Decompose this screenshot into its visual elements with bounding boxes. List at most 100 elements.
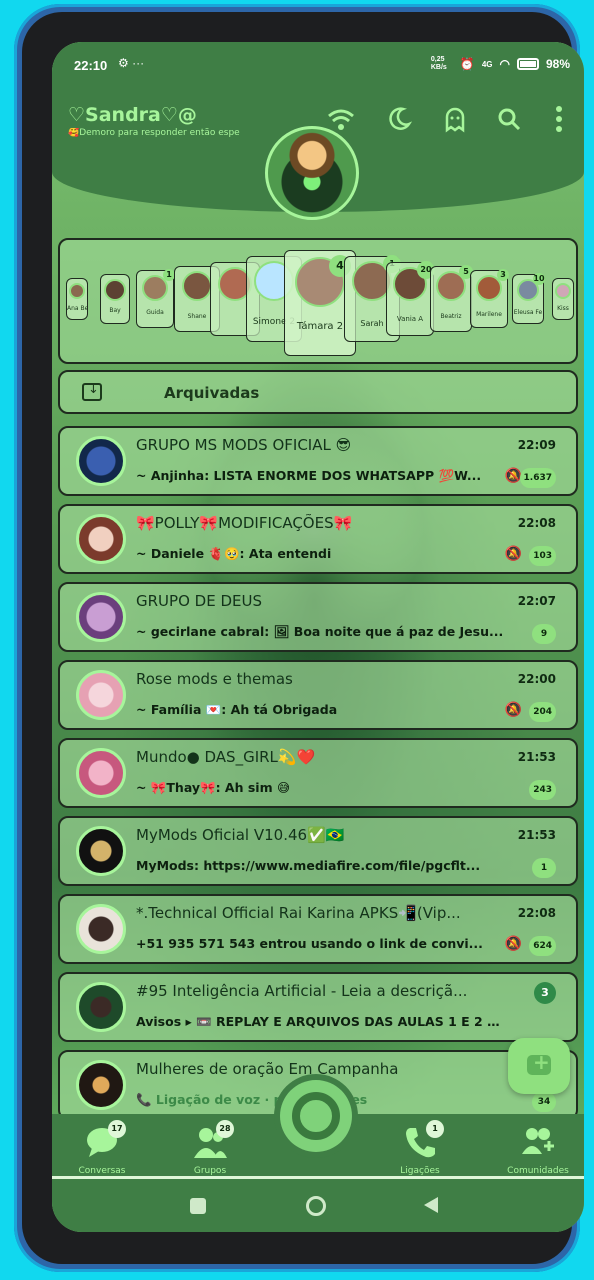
nav-comunidades[interactable]: Comunidades [498,1120,578,1180]
unread-badge: 103 [529,546,556,566]
unread-badge: 243 [529,780,556,800]
unread-badge: 1 [532,858,556,878]
story-item[interactable]: Bay [100,274,130,324]
chat-time: 21:53 [517,828,556,842]
nav-count: 1 [426,1120,444,1138]
chat-row[interactable]: Mundo● DAS_GIRL💫❤️ 21:53 ~ 🎀Thay🎀: Ah si… [58,738,578,808]
chat-last-message: ~ gecirlane cabral: 🖼 Boa noite que á pa… [136,624,504,639]
chat-last-message: ~ Família 💌: Ah tá Obrigada [136,702,338,717]
chat-last-message: Avisos ▸ 📼 REPLAY E ARQUIVOS DAS AULAS 1… [136,1014,506,1029]
story-item[interactable]: Ana Beca [66,278,88,320]
story-item[interactable]: 10 Eleusa Fe [512,273,545,324]
screen: 22:10 ⚙ ··· 0,25 KB/s ⏰ 4G ◠ 98% ♡Sandra… [52,42,584,1232]
chat-last-message: ~ 🎀Thay🎀: Ah sim 😅 [136,780,290,795]
muted-icon: 🔕 [504,936,522,952]
chat-avatar[interactable] [76,592,126,642]
nav-count: 28 [216,1120,234,1138]
chat-avatar[interactable] [76,748,126,798]
status-right: 0,25 KB/s ⏰ 4G ◠ 98% [431,56,570,72]
phone-bezel: 22:10 ⚙ ··· 0,25 KB/s ⏰ 4G ◠ 98% ♡Sandra… [22,12,584,1264]
phone-frame: 22:10 ⚙ ··· 0,25 KB/s ⏰ 4G ◠ 98% ♡Sandra… [14,4,584,1272]
chat-avatar[interactable] [76,982,126,1032]
nav-grupos[interactable]: 28 Grupos [170,1120,250,1180]
lantern-icon [292,1092,340,1140]
chat-last-message: +51 935 571 543 entrou usando o link de … [136,936,483,951]
chat-avatar[interactable] [76,826,126,876]
search-icon[interactable] [494,104,524,134]
chat-name: MyMods Oficial V10.46✅🇧🇷 [136,826,345,844]
chat-name: Rose mods e themas [136,670,293,688]
story-item[interactable]: 5 Beatriz [430,265,473,332]
chat-avatar[interactable] [76,1060,126,1110]
battery-level: 98% [545,57,570,71]
chat-row[interactable]: #95 Inteligência Artificial - Leia a des… [58,972,578,1042]
chat-time: 22:00 [517,672,556,686]
chat-row[interactable]: 🎀POLLY🎀MODIFICAÇÕES🎀 22:08 ~ Daniele 🫀🥹:… [58,504,578,574]
net-speed: 0,25 KB/s [430,56,447,71]
chat-row[interactable]: Rose mods e themas 22:00 ~ Família 💌: Ah… [58,660,578,730]
story-item[interactable]: 1 Guida [136,269,175,328]
alarm-icon: ⏰ [459,57,475,71]
chat-avatar[interactable] [76,436,126,486]
chat-time: 22:08 [517,906,556,920]
center-action-button[interactable] [274,1074,358,1158]
community-icon [520,1124,556,1160]
unread-badge: 34 [532,1092,556,1112]
nav-label: Conversas [78,1166,126,1176]
chat-time: 21:53 [517,750,556,764]
story-item[interactable]: 20 Vania A [386,261,435,336]
nav-label: Grupos [193,1166,227,1176]
chat-name: #95 Inteligência Artificial - Leia a des… [136,982,468,1000]
unread-badge: 9 [532,624,556,644]
chat-last-message: ~ Daniele 🫀🥹: Ata entendi [136,546,332,561]
chat-time: 22:07 [517,594,556,608]
muted-icon: 🔕 [504,546,522,562]
status-bar: 22:10 ⚙ ··· 0,25 KB/s ⏰ 4G ◠ 98% [52,42,584,92]
nav-conversas[interactable]: 17 Conversas [62,1120,142,1180]
chat-row[interactable]: GRUPO MS MODS OFICIAL 😎 22:09 ~ Anjinha:… [58,426,578,496]
chat-row[interactable]: MyMods Oficial V10.46✅🇧🇷 21:53 MyMods: h… [58,816,578,886]
unread-badge: 624 [529,936,556,956]
back-button[interactable] [424,1197,438,1213]
chat-last-message: MyMods: https://www.mediafire.com/file/p… [136,858,481,873]
moon-icon[interactable] [384,104,414,134]
nav-label: Comunidades [507,1166,569,1176]
chat-row[interactable]: GRUPO DE DEUS 22:07 ~ gecirlane cabral: … [58,582,578,652]
status-time: 22:10 [74,58,108,73]
chat-avatar[interactable] [76,670,126,720]
stories-carousel[interactable]: Ana Beca Bay 1 Guida Shane Simone 2 [58,238,578,364]
profile-avatar[interactable] [265,126,359,220]
chat-time: 22:09 [517,438,556,452]
system-navigation [52,1179,584,1232]
signal-icon: 4G [481,59,493,69]
archive-icon [82,382,102,401]
unread-badge: 3 [534,982,556,1004]
chat-row[interactable]: *.Technical Official Rai Karina APKS📲(Vi… [58,894,578,964]
story-item[interactable]: 3 Marilene [470,269,509,328]
chat-avatar[interactable] [76,514,126,564]
muted-icon: 🔕 [504,702,522,718]
archived-label: Arquivadas [164,384,260,402]
status-left-icons: ⚙ ··· [118,56,145,70]
ghost-icon[interactable] [440,104,470,134]
chat-time: 22:08 [517,516,556,530]
chat-name: 🎀POLLY🎀MODIFICAÇÕES🎀 [136,514,353,532]
chat-avatar[interactable] [76,904,126,954]
chat-name: GRUPO MS MODS OFICIAL 😎 [136,436,352,454]
battery-icon [516,58,539,70]
wifi-status-icon: ◠ [499,57,510,71]
story-item[interactable]: Kiss [552,278,574,320]
recents-button[interactable] [190,1198,206,1214]
unread-badge: 1.637 [519,468,556,488]
chat-name: Mundo● DAS_GIRL💫❤️ [136,748,316,766]
archived-row[interactable]: Arquivadas [58,370,578,414]
nav-ligacoes[interactable]: 1 Ligações [380,1120,460,1180]
user-name[interactable]: ♡Sandra♡@ [68,104,197,126]
chat-name: GRUPO DE DEUS [136,592,262,610]
more-menu-icon[interactable] [544,104,574,134]
unread-badge: 204 [529,702,556,722]
home-button[interactable] [306,1196,326,1216]
new-chat-button[interactable] [508,1038,570,1094]
user-status: 🥰Demoro para responder então espe [68,128,240,138]
nav-label: Ligações [400,1166,440,1176]
